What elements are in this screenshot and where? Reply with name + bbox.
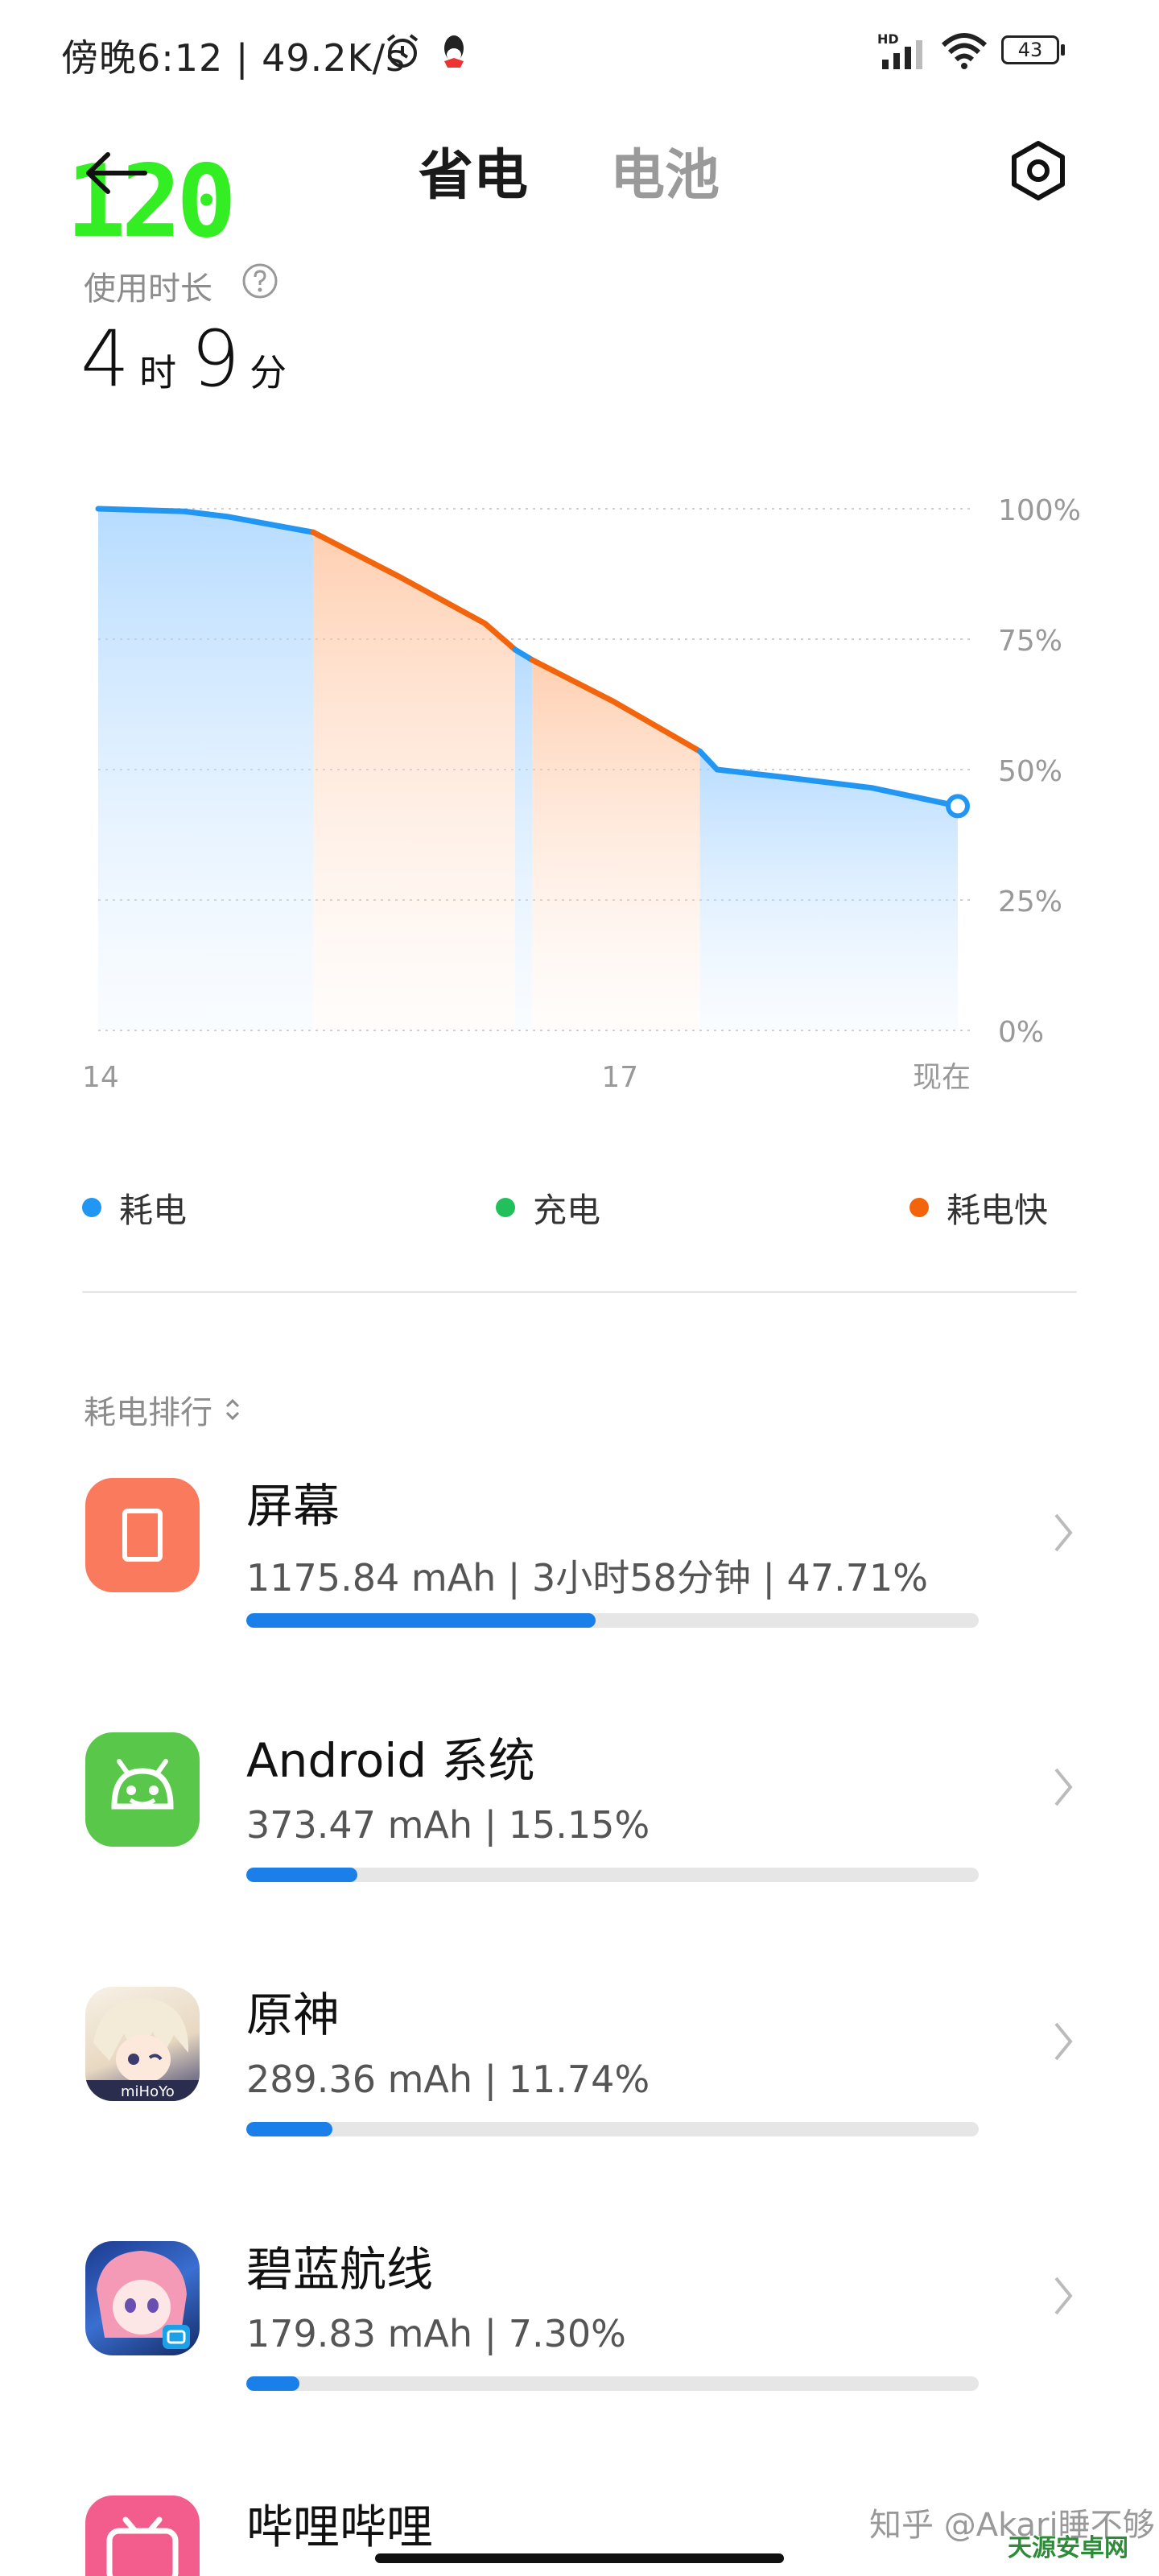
fast-drain-area (313, 532, 515, 1030)
settings-icon[interactable] (1006, 138, 1070, 203)
x-tick-label: 现在 (913, 1061, 971, 1094)
usage-bar-track (246, 2376, 979, 2391)
battery-icon: 43 (1001, 35, 1066, 68)
legend-charge-dot (496, 1198, 515, 1217)
legend-charge-label: 充电 (533, 1190, 601, 1230)
usage-bar-fill (246, 1868, 357, 1882)
legend-fast-drain: 耗电快 (909, 1183, 1048, 1232)
y-tick-label: 0% (998, 1016, 1044, 1049)
app-row-android[interactable]: Android 系统 373.47 mAh | 15.15% (0, 1732, 1159, 1950)
drain-area (98, 509, 313, 1030)
chevron-right-icon (1054, 2022, 1073, 2061)
genshin-app-icon: miHoYo (85, 1987, 200, 2101)
app-row-genshin[interactable]: miHoYo 原神 289.36 mAh | 11.74% (0, 1987, 1159, 2204)
y-tick-label: 100% (998, 494, 1081, 527)
home-indicator[interactable] (375, 2553, 784, 2563)
usage-duration-label: 使用时长 (84, 270, 212, 308)
legend-fast-drain-dot (909, 1198, 929, 1217)
legend-fast-drain-label: 耗电快 (947, 1190, 1049, 1230)
sort-chevron-icon (225, 1398, 240, 1421)
drain-area (699, 751, 958, 1030)
azur-lane-app-icon (85, 2241, 200, 2355)
status-bar: 傍晚6:12 | 49.2K/s HD 43 (0, 0, 1159, 105)
site-logo-text: 天源安卓网 (1008, 2534, 1128, 2562)
app-name: 哔哩哔哩 (246, 2500, 434, 2554)
chart-x-ticks: 14 17 现在 (82, 1061, 971, 1094)
clock-text: 傍晚6:12 (61, 36, 224, 80)
app-name: 屏幕 (246, 1479, 340, 1534)
usage-minutes-unit: 分 (250, 351, 287, 394)
y-tick-label: 25% (998, 886, 1062, 919)
battery-level: 43 (1001, 35, 1059, 64)
legend-drain-label: 耗电 (119, 1190, 188, 1230)
app-name: 碧蓝航线 (246, 2242, 434, 2297)
app-name: 原神 (246, 1988, 340, 2042)
site-logo-watermark: 天源安卓网 (1008, 2528, 1153, 2573)
fast-drain-area (532, 659, 700, 1030)
usage-bar-fill (246, 2376, 300, 2391)
usage-hours: 4 (80, 314, 130, 404)
battery-level-chart: 100% 75% 50% 25% 0% 14 17 现在 (82, 494, 1081, 1094)
back-arrow-icon[interactable] (80, 145, 153, 201)
x-tick-label: 17 (601, 1061, 638, 1094)
status-time: 傍晚6:12 | 49.2K/s (61, 36, 406, 80)
screen-icon (85, 1478, 200, 1592)
legend-drain: 耗电 (82, 1183, 187, 1232)
chevron-right-icon (1054, 2277, 1073, 2315)
sort-label: 耗电排行 (84, 1394, 212, 1431)
usage-bar-track (246, 1613, 979, 1628)
tab-power-saving[interactable]: 省电 (419, 130, 528, 210)
legend-charge: 充电 (496, 1183, 600, 1232)
bilibili-app-icon (85, 2496, 200, 2576)
divider (82, 1291, 1077, 1293)
usage-bar-fill (246, 1613, 596, 1628)
usage-bar-track (246, 2122, 979, 2136)
svg-text:HD: HD (877, 32, 899, 47)
chevron-right-icon (1054, 1768, 1073, 1806)
svg-text:miHoYo: miHoYo (121, 2083, 175, 2100)
sort-selector[interactable]: 耗电排行 (84, 1386, 245, 1433)
app-detail: 289.36 mAh | 11.74% (246, 2058, 650, 2101)
qq-icon (444, 35, 464, 68)
drain-area (514, 649, 533, 1030)
y-tick-label: 75% (998, 625, 1062, 658)
x-tick-label: 14 (82, 1061, 119, 1094)
legend-drain-dot (82, 1198, 101, 1217)
usage-bar-fill (246, 2122, 332, 2136)
alarm-icon (386, 34, 419, 68)
help-icon[interactable] (241, 262, 278, 299)
hd-signal-icon: HD (877, 32, 922, 69)
usage-minutes: 9 (191, 314, 241, 404)
usage-hours-unit: 时 (139, 351, 177, 394)
wifi-icon (941, 33, 988, 69)
app-detail: 373.47 mAh | 15.15% (246, 1803, 650, 1847)
y-tick-label: 50% (998, 755, 1062, 788)
tab-battery[interactable]: 电池 (610, 130, 720, 210)
app-row-azur-lane[interactable]: 碧蓝航线 179.83 mAh | 7.30% (0, 2241, 1159, 2458)
usage-bar-track (246, 1868, 979, 1882)
chevron-right-icon (1054, 1513, 1073, 1552)
chart-areas (98, 509, 958, 1030)
usage-duration-value: 4 时 9 分 (80, 314, 301, 404)
app-row-screen[interactable]: 屏幕 1175.84 mAh | 3小时58分钟 | 47.71% (0, 1478, 1159, 1695)
app-detail: 1175.84 mAh | 3小时58分钟 | 47.71% (246, 1556, 928, 1600)
current-level-marker (946, 794, 970, 819)
app-detail: 179.83 mAh | 7.30% (246, 2312, 626, 2355)
app-name: Android 系统 (246, 1733, 535, 1788)
android-icon (85, 1732, 200, 1847)
chart-y-ticks: 100% 75% 50% 25% 0% (998, 494, 1081, 1049)
